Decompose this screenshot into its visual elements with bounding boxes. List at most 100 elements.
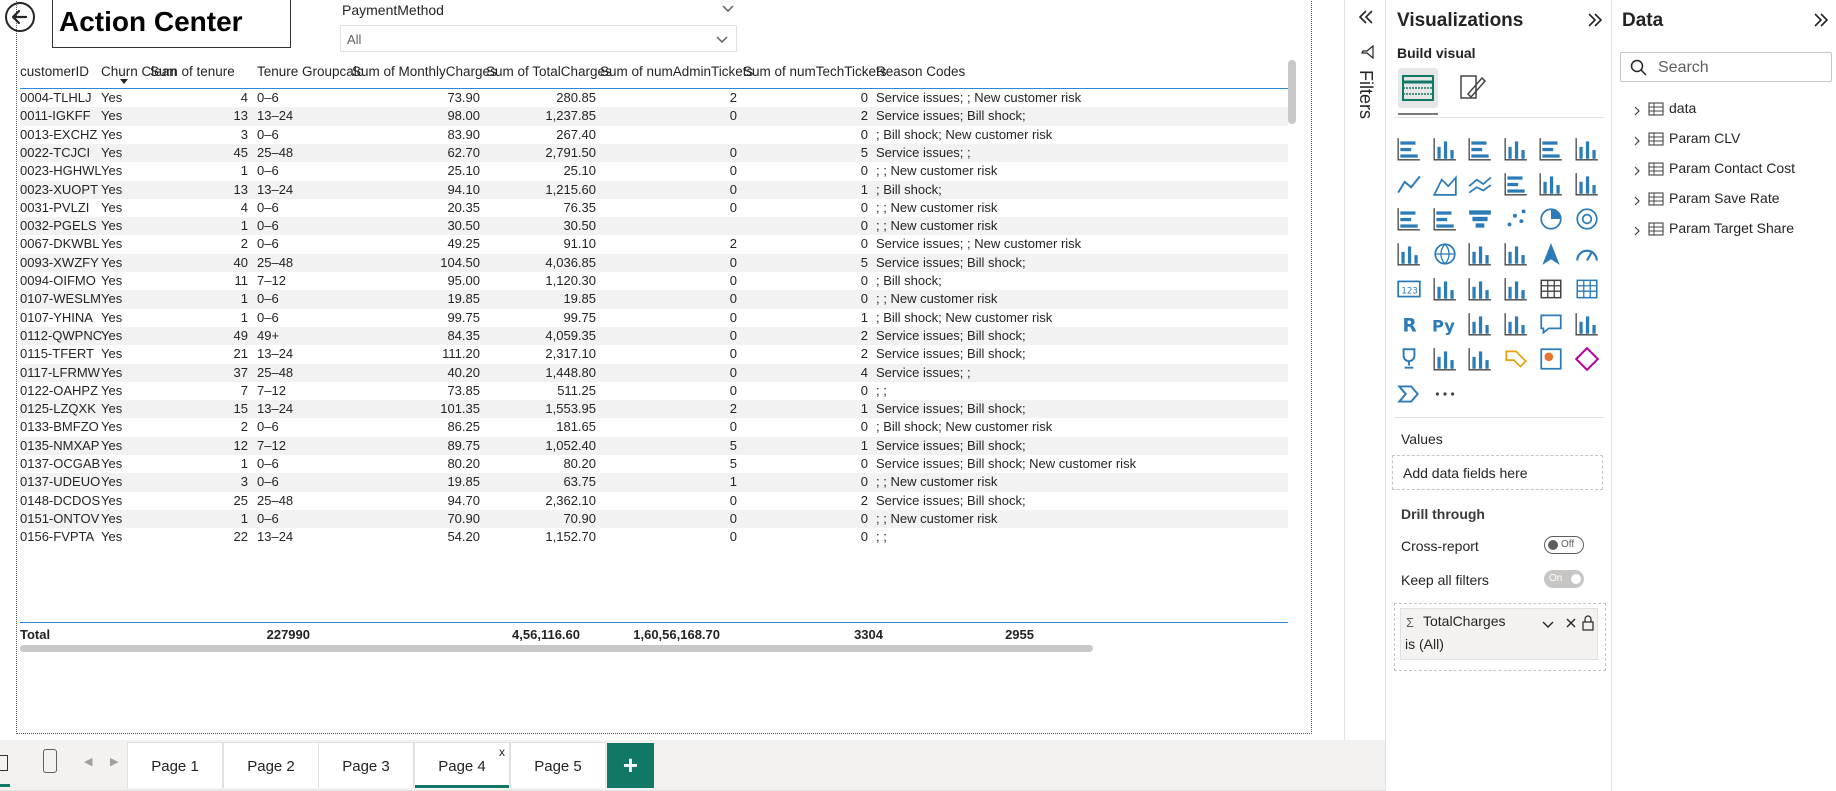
table-icon[interactable] [1538, 276, 1564, 302]
card-icon[interactable]: 123 [1396, 276, 1422, 302]
mobile-layout-icon[interactable] [43, 749, 57, 773]
chevron-right-icon[interactable] [1632, 133, 1642, 146]
multi-row-card-icon[interactable] [1432, 276, 1458, 302]
smart-narrative-icon[interactable] [1467, 346, 1493, 372]
header-sum-total-charges[interactable]: Sum of TotalCharges [486, 64, 612, 79]
expand-double-chevron-icon[interactable] [1812, 11, 1830, 29]
table-row[interactable]: 0031-PVLZI Yes 4 0–6 20.35 76.35 0 0 ; ; New cus… [20, 199, 1288, 217]
table-row[interactable]: 0022-TCJCI Yes 45 25–48 62.70 2,791.50 0 5 Servi… [20, 143, 1288, 163]
data-table-item[interactable]: Param Save Rate [1632, 188, 1832, 210]
back-arrow-icon[interactable] [3, 0, 37, 34]
horizontal-scrollbar[interactable] [20, 645, 1093, 652]
next-page-icon[interactable]: ▶ [110, 755, 118, 768]
build-visual-table-button[interactable] [1398, 68, 1438, 108]
diamond-icon[interactable] [1574, 346, 1600, 372]
page-tab-1[interactable]: Page 1 [127, 742, 223, 788]
header-customer-id[interactable]: customerID [20, 64, 89, 79]
table-row[interactable]: 0023-HGHWL Yes 1 0–6 25.10 25.10 0 0 ; ; New cus… [20, 162, 1288, 180]
table-row[interactable]: 0151-ONTOV Yes 1 0–6 70.90 70.90 0 0 ; ; New cus… [20, 509, 1288, 529]
table-row[interactable]: 0094-OIFMO Yes 11 7–12 95.00 1,120.30 0 0 ; Bill… [20, 272, 1288, 290]
data-table-item[interactable]: Param CLV [1632, 128, 1832, 150]
filters-pane[interactable]: Filters [1344, 0, 1385, 740]
clustered-column-icon[interactable] [1503, 136, 1529, 162]
more-visuals-icon[interactable] [1432, 381, 1458, 407]
funnel-icon[interactable] [1467, 206, 1493, 232]
100-stacked-column-icon[interactable] [1574, 136, 1600, 162]
table-row[interactable]: 0137-OCGAB Yes 1 0–6 80.20 80.20 5 0 Service iss… [20, 455, 1288, 473]
stacked-area-icon[interactable] [1467, 171, 1493, 197]
page-tab-5[interactable]: Page 5 [510, 742, 606, 788]
table-row[interactable]: 0093-XWZFY Yes 40 25–48 104.50 4,036.85 0 5 Serv… [20, 253, 1288, 272]
table-row[interactable]: 0125-LZQXK Yes 15 13–24 101.35 1,553.95 2 1 Serv… [20, 400, 1288, 419]
add-page-button[interactable]: + [607, 743, 654, 788]
line-stacked-column-icon[interactable] [1574, 171, 1600, 197]
chevron-right-icon[interactable] [1632, 163, 1642, 176]
r-visual-icon[interactable]: R [1396, 311, 1422, 337]
chevron-down-icon[interactable] [720, 0, 736, 16]
table-row[interactable]: 0137-UDEUO Yes 3 0–6 19.85 63.75 1 0 ; ; New cus… [20, 473, 1288, 492]
table-row[interactable]: 0115-TFERT Yes 21 13–24 111.20 2,317.10 0 2 Serv… [20, 345, 1288, 363]
lock-icon[interactable] [1581, 615, 1595, 631]
qa-icon[interactable] [1538, 311, 1564, 337]
azure-map-icon[interactable] [1538, 241, 1564, 267]
gauge-icon[interactable] [1574, 241, 1600, 267]
chevron-visual-icon[interactable] [1396, 381, 1422, 407]
key-influencers-icon[interactable] [1467, 311, 1493, 337]
title-textbox[interactable]: Action Center [52, 0, 291, 48]
page-tab-4[interactable]: Page 4 x [414, 742, 510, 788]
map-icon[interactable] [1432, 241, 1458, 267]
trophy-icon[interactable] [1396, 346, 1422, 372]
header-tenure-group[interactable]: Tenure Groupcalc [257, 64, 364, 79]
table-row[interactable]: 0107-WESLM Yes 1 0–6 19.85 19.85 0 0 ; ; New cus… [20, 290, 1288, 309]
scatter-icon[interactable] [1503, 206, 1529, 232]
close-icon[interactable] [1564, 616, 1578, 630]
payment-method-slicer[interactable]: All [340, 25, 737, 52]
vertical-scrollbar[interactable] [1288, 60, 1296, 124]
format-visual-paintbrush-icon[interactable] [1454, 70, 1490, 106]
power-automate-icon[interactable] [1503, 346, 1529, 372]
kpi-icon[interactable] [1467, 276, 1493, 302]
data-table-item[interactable]: Param Contact Cost [1632, 158, 1832, 180]
values-field-well[interactable]: Add data fields here [1392, 455, 1603, 490]
table-row[interactable]: 0122-OAHPZ Yes 7 7–12 73.85 511.25 0 0 ; ; [20, 382, 1288, 400]
stacked-bar-icon[interactable] [1396, 136, 1422, 162]
header-sum-admin-tickets[interactable]: Sum of numAdminTickets [600, 64, 753, 79]
decomposition-tree-icon[interactable] [1503, 311, 1529, 337]
keep-all-filters-toggle[interactable]: On [1544, 570, 1584, 588]
header-sum-tenure[interactable]: Sum of tenure [150, 64, 235, 79]
previous-page-icon[interactable]: ◀ [84, 755, 92, 768]
area-chart-icon[interactable] [1432, 171, 1458, 197]
clustered-bar-icon[interactable] [1467, 136, 1493, 162]
table-row[interactable]: 0004-TLHLJ Yes 4 0–6 73.90 280.85 2 0 Service is… [20, 89, 1288, 107]
page-tab-3[interactable]: Page 3 [318, 742, 414, 788]
table-visual[interactable]: customerID Churn Clean Sum of tenure Tenure… [20, 57, 1308, 652]
table-row[interactable]: 0112-QWPNC Yes 49 49+ 84.35 4,059.35 0 2 Service… [20, 326, 1288, 346]
chevron-right-icon[interactable] [1632, 103, 1642, 116]
filter-card[interactable]: Σ TotalCharges is (All) [1400, 608, 1598, 660]
desktop-layout-icon[interactable] [0, 755, 8, 771]
table-row[interactable]: 0135-NMXAP Yes 12 7–12 89.75 1,052.40 5 1 Servic… [20, 436, 1288, 455]
close-tab-icon[interactable]: x [499, 745, 505, 759]
table-row[interactable]: 0117-LFRMW Yes 37 25–48 40.20 1,448.80 0 4 Servi… [20, 363, 1288, 382]
python-visual-icon[interactable]: Py [1432, 311, 1458, 337]
filled-map-icon[interactable] [1467, 241, 1493, 267]
paginated-report-icon[interactable] [1574, 311, 1600, 337]
table-row[interactable]: 0148-DCDOS Yes 25 25–48 94.70 2,362.10 0 2 Servi… [20, 492, 1288, 510]
chevron-down-icon[interactable] [1541, 617, 1555, 631]
data-search-input[interactable]: Search [1620, 52, 1832, 82]
shape-map-icon[interactable] [1503, 241, 1529, 267]
ribbon-combo-icon[interactable] [1396, 206, 1422, 232]
table-row[interactable]: 0107-YHINA Yes 1 0–6 99.75 99.75 0 1 ; Bill shoc… [20, 309, 1288, 327]
treemap-icon[interactable] [1396, 241, 1422, 267]
power-apps-icon[interactable] [1538, 346, 1564, 372]
table-row[interactable]: 0023-XUOPT Yes 13 13–24 94.10 1,215.60 0 1 ; Bil… [20, 180, 1288, 199]
cross-report-toggle[interactable]: Off [1544, 536, 1584, 554]
table-row[interactable]: 0011-IGKFF Yes 13 13–24 98.00 1,237.85 0 2 Servi… [20, 107, 1288, 126]
waterfall-icon[interactable] [1432, 206, 1458, 232]
table-row[interactable]: 0013-EXCHZ Yes 3 0–6 83.90 267.40 0 ; Bill shoc… [20, 126, 1288, 144]
collapse-double-chevron-icon[interactable] [1357, 8, 1375, 26]
line-chart-icon[interactable] [1396, 171, 1422, 197]
matrix-icon[interactable] [1574, 276, 1600, 302]
header-sum-monthly-charges[interactable]: Sum of MonthlyCharges [352, 64, 497, 79]
expand-double-chevron-icon[interactable] [1586, 11, 1604, 29]
